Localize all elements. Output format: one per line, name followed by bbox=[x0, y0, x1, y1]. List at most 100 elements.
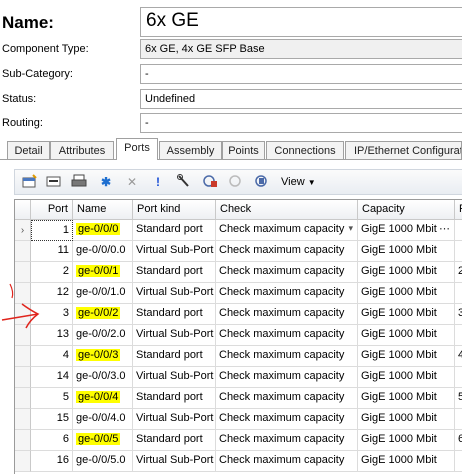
cell-name[interactable]: ge-0/0/0.0 bbox=[73, 241, 133, 262]
check-dropdown-icon[interactable]: ▾ bbox=[348, 223, 353, 234]
table-row[interactable]: 16 ge-0/0/5.0 Virtual Sub-Port Check maximu… bbox=[15, 451, 462, 472]
cell-port[interactable]: 1 bbox=[31, 220, 73, 241]
cell-name[interactable]: ge-0/0/5 bbox=[73, 430, 133, 451]
tab-ports[interactable]: Ports bbox=[116, 138, 158, 160]
cell-capacity[interactable]: GigE 1000 Mbit bbox=[358, 262, 455, 283]
column-header-port-kind[interactable]: Port kind bbox=[133, 200, 216, 220]
cell-port[interactable]: 6 bbox=[31, 430, 73, 451]
tool-icon[interactable] bbox=[175, 174, 193, 190]
cell-p[interactable] bbox=[455, 367, 462, 388]
cell-capacity[interactable]: GigE 1000 Mbit bbox=[358, 325, 455, 346]
cell-p[interactable] bbox=[455, 325, 462, 346]
table-row[interactable]: 6 ge-0/0/5 Standard port Check maximum capa… bbox=[15, 430, 462, 451]
cell-name[interactable]: ge-0/0/3.0 bbox=[73, 367, 133, 388]
cell-check[interactable]: Check maximum capacity bbox=[216, 409, 358, 430]
cell-port-kind[interactable]: Virtual Sub-Port bbox=[133, 451, 216, 472]
cell-port[interactable]: 15 bbox=[31, 409, 73, 430]
row-header[interactable] bbox=[15, 388, 31, 409]
row-header[interactable] bbox=[15, 367, 31, 388]
cell-check[interactable]: Check maximum capacity ▾ bbox=[216, 220, 358, 241]
cell-port-kind[interactable]: Standard port bbox=[133, 220, 216, 241]
cell-check[interactable]: Check maximum capacity bbox=[216, 451, 358, 472]
edit-port-icon[interactable] bbox=[45, 174, 63, 190]
cell-capacity[interactable]: GigE 1000 Mbit bbox=[358, 409, 455, 430]
cell-port-kind[interactable]: Virtual Sub-Port bbox=[133, 367, 216, 388]
table-row[interactable]: 5 ge-0/0/4 Standard port Check maximum capa… bbox=[15, 388, 462, 409]
view-menu[interactable]: View ▼ bbox=[281, 176, 316, 188]
cell-p[interactable]: 3 bbox=[455, 304, 462, 325]
cell-name[interactable]: ge-0/0/4.0 bbox=[73, 409, 133, 430]
cell-port[interactable]: 11 bbox=[31, 241, 73, 262]
cell-port[interactable]: 4 bbox=[31, 346, 73, 367]
tab-ip-ethernet-configuration[interactable]: IP/Ethernet Configurati bbox=[345, 141, 462, 159]
cell-p[interactable] bbox=[455, 220, 462, 241]
row-header[interactable] bbox=[15, 430, 31, 451]
cell-p[interactable]: 4 bbox=[455, 346, 462, 367]
table-row[interactable]: 13 ge-0/0/2.0 Virtual Sub-Port Check maximu… bbox=[15, 325, 462, 346]
cell-capacity[interactable]: GigE 1000 Mbit bbox=[358, 451, 455, 472]
cell-p[interactable]: 6 bbox=[455, 430, 462, 451]
cell-name[interactable]: ge-0/0/2 bbox=[73, 304, 133, 325]
cell-check[interactable]: Check maximum capacity bbox=[216, 262, 358, 283]
table-row[interactable]: 11 ge-0/0/0.0 Virtual Sub-Port Check maximu… bbox=[15, 241, 462, 262]
table-row[interactable]: › 1 ge-0/0/0 Standard port Check maximum cap… bbox=[15, 220, 462, 241]
cell-capacity[interactable]: GigE 1000 Mbit bbox=[358, 367, 455, 388]
cell-capacity[interactable]: GigE 1000 Mbit ⋯ bbox=[358, 220, 455, 241]
cell-port-kind[interactable]: Virtual Sub-Port bbox=[133, 325, 216, 346]
exclamation-icon[interactable]: ! bbox=[149, 174, 167, 190]
cell-port-kind[interactable]: Standard port bbox=[133, 304, 216, 325]
table-row[interactable]: 14 ge-0/0/3.0 Virtual Sub-Port Check maximu… bbox=[15, 367, 462, 388]
cell-p[interactable] bbox=[455, 451, 462, 472]
cell-port-kind[interactable]: Virtual Sub-Port bbox=[133, 409, 216, 430]
cell-port[interactable]: 5 bbox=[31, 388, 73, 409]
tab-assembly[interactable]: Assembly bbox=[159, 141, 222, 159]
cell-p[interactable] bbox=[455, 241, 462, 262]
table-row[interactable]: 4 ge-0/0/3 Standard port Check maximum capa… bbox=[15, 346, 462, 367]
cell-name[interactable]: ge-0/0/2.0 bbox=[73, 325, 133, 346]
new-port-icon[interactable] bbox=[21, 174, 39, 190]
cell-check[interactable]: Check maximum capacity bbox=[216, 367, 358, 388]
cell-port-kind[interactable]: Standard port bbox=[133, 430, 216, 451]
sub-category-field[interactable]: - bbox=[140, 64, 462, 84]
table-row[interactable]: 15 ge-0/0/4.0 Virtual Sub-Port Check maximu… bbox=[15, 409, 462, 430]
cell-p[interactable]: 2 bbox=[455, 262, 462, 283]
cell-port-kind[interactable]: Standard port bbox=[133, 388, 216, 409]
cell-check[interactable]: Check maximum capacity bbox=[216, 388, 358, 409]
cell-check[interactable]: Check maximum capacity bbox=[216, 325, 358, 346]
cell-capacity[interactable]: GigE 1000 Mbit bbox=[358, 241, 455, 262]
tab-attributes[interactable]: Attributes bbox=[50, 141, 114, 159]
cell-name[interactable]: ge-0/0/1 bbox=[73, 262, 133, 283]
cell-capacity[interactable]: GigE 1000 Mbit bbox=[358, 346, 455, 367]
status-field[interactable]: Undefined bbox=[140, 89, 462, 109]
delete-icon[interactable]: ✕ bbox=[123, 174, 141, 190]
cell-check[interactable]: Check maximum capacity bbox=[216, 430, 358, 451]
cell-port-kind[interactable]: Standard port bbox=[133, 262, 216, 283]
cell-check[interactable]: Check maximum capacity bbox=[216, 346, 358, 367]
snowflake-icon[interactable]: ✱ bbox=[97, 174, 115, 190]
row-header[interactable] bbox=[15, 241, 31, 262]
print-icon[interactable] bbox=[70, 174, 88, 190]
cell-name[interactable]: ge-0/0/3 bbox=[73, 346, 133, 367]
cell-name[interactable]: ge-0/0/0 bbox=[73, 220, 133, 241]
cell-port-kind[interactable]: Standard port bbox=[133, 346, 216, 367]
table-row[interactable]: 12 ge-0/0/1.0 Virtual Sub-Port Check maximu… bbox=[15, 283, 462, 304]
cell-check[interactable]: Check maximum capacity bbox=[216, 283, 358, 304]
row-header[interactable] bbox=[15, 346, 31, 367]
column-header-name[interactable]: Name bbox=[73, 200, 133, 220]
column-header-capacity[interactable]: Capacity bbox=[358, 200, 455, 220]
table-row[interactable]: 3 ge-0/0/2 Standard port Check maximum capa… bbox=[15, 304, 462, 325]
cell-check[interactable]: Check maximum capacity bbox=[216, 241, 358, 262]
cell-name[interactable]: ge-0/0/1.0 bbox=[73, 283, 133, 304]
column-header-p[interactable]: P bbox=[455, 200, 462, 220]
cell-capacity[interactable]: GigE 1000 Mbit bbox=[358, 283, 455, 304]
cell-p[interactable] bbox=[455, 283, 462, 304]
cell-p[interactable]: 5 bbox=[455, 388, 462, 409]
tab-detail[interactable]: Detail bbox=[7, 141, 50, 159]
refresh-icon[interactable] bbox=[201, 174, 219, 190]
tab-points[interactable]: Points bbox=[222, 141, 265, 159]
cell-name[interactable]: ge-0/0/5.0 bbox=[73, 451, 133, 472]
cell-capacity[interactable]: GigE 1000 Mbit bbox=[358, 430, 455, 451]
column-header-port[interactable]: Port bbox=[31, 200, 73, 220]
export-icon[interactable] bbox=[253, 174, 271, 190]
cell-check[interactable]: Check maximum capacity bbox=[216, 304, 358, 325]
